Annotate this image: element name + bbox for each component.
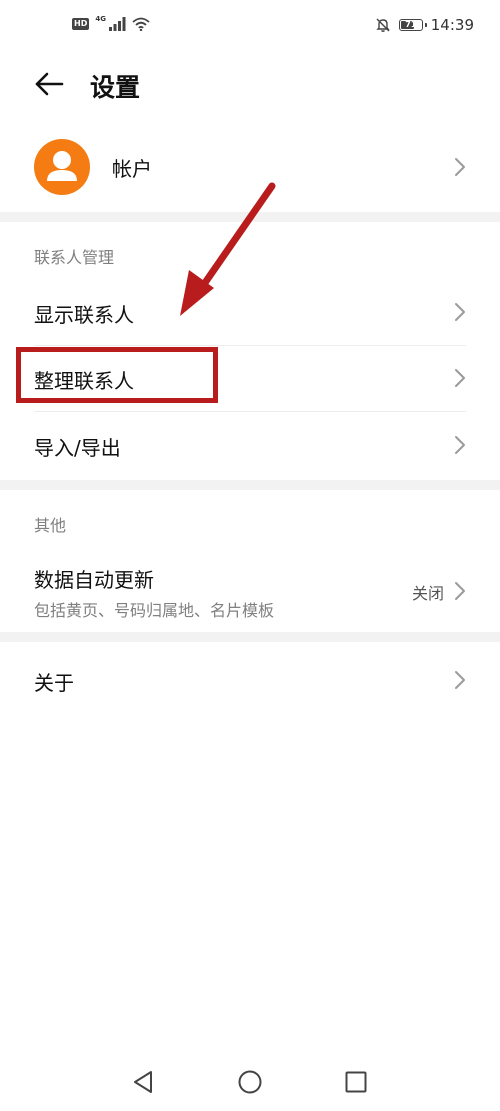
auto-update-label: 数据自动更新 [34, 568, 154, 592]
network-type: 4G [95, 15, 106, 23]
back-arrow-icon [35, 72, 64, 96]
chevron-right-icon [455, 303, 465, 321]
circle-home-icon [238, 1070, 262, 1094]
section-separator [0, 212, 500, 222]
wifi-icon [132, 17, 150, 31]
section-title-contacts: 联系人管理 [34, 248, 115, 267]
organize-contacts-row[interactable]: 整理联系人 [0, 346, 500, 410]
chevron-right-icon [455, 582, 465, 600]
section-separator [0, 632, 500, 642]
nav-recents-button[interactable] [340, 1066, 372, 1098]
account-label: 帐户 [112, 157, 152, 181]
square-recents-icon [345, 1071, 367, 1093]
clock: 14:39 [430, 16, 474, 34]
triangle-back-icon [134, 1071, 152, 1093]
battery-tip [424, 23, 427, 27]
avatar [34, 139, 90, 195]
nav-home-button[interactable] [234, 1066, 266, 1098]
import-export-label: 导入/导出 [34, 436, 121, 460]
auto-update-row[interactable]: 数据自动更新 包括黄页、号码归属地、名片模板 关闭 [0, 548, 500, 628]
mute-bell-icon [376, 18, 390, 32]
chevron-right-icon [455, 436, 465, 454]
section-title-other: 其他 [34, 516, 67, 535]
import-export-row[interactable]: 导入/导出 [0, 412, 500, 476]
about-label: 关于 [34, 671, 74, 695]
page-title: 设置 [90, 73, 141, 102]
back-button[interactable] [30, 66, 70, 102]
person-icon [47, 151, 77, 181]
chevron-right-icon [455, 369, 465, 387]
display-contacts-label: 显示联系人 [34, 303, 134, 327]
auto-update-subtitle: 包括黄页、号码归属地、名片模板 [34, 601, 275, 620]
status-bar: HD 4G 71 14:39 [0, 0, 500, 56]
chevron-right-icon [455, 158, 465, 176]
battery-level: 71 [405, 20, 417, 29]
about-row[interactable]: 关于 [0, 646, 500, 712]
display-contacts-row[interactable]: 显示联系人 [0, 280, 500, 344]
organize-contacts-label: 整理联系人 [34, 369, 134, 393]
nav-back-button[interactable] [128, 1066, 160, 1098]
hd-icon: HD [72, 18, 90, 30]
cell-signal-icon [108, 17, 126, 31]
status-right: 71 14:39 [375, 16, 474, 34]
chevron-right-icon [455, 671, 465, 689]
battery-icon: 71 [398, 19, 427, 31]
auto-update-value: 关闭 [411, 584, 444, 603]
section-separator [0, 480, 500, 490]
status-left: HD 4G [72, 15, 150, 31]
account-row[interactable]: 帐户 [0, 128, 500, 206]
